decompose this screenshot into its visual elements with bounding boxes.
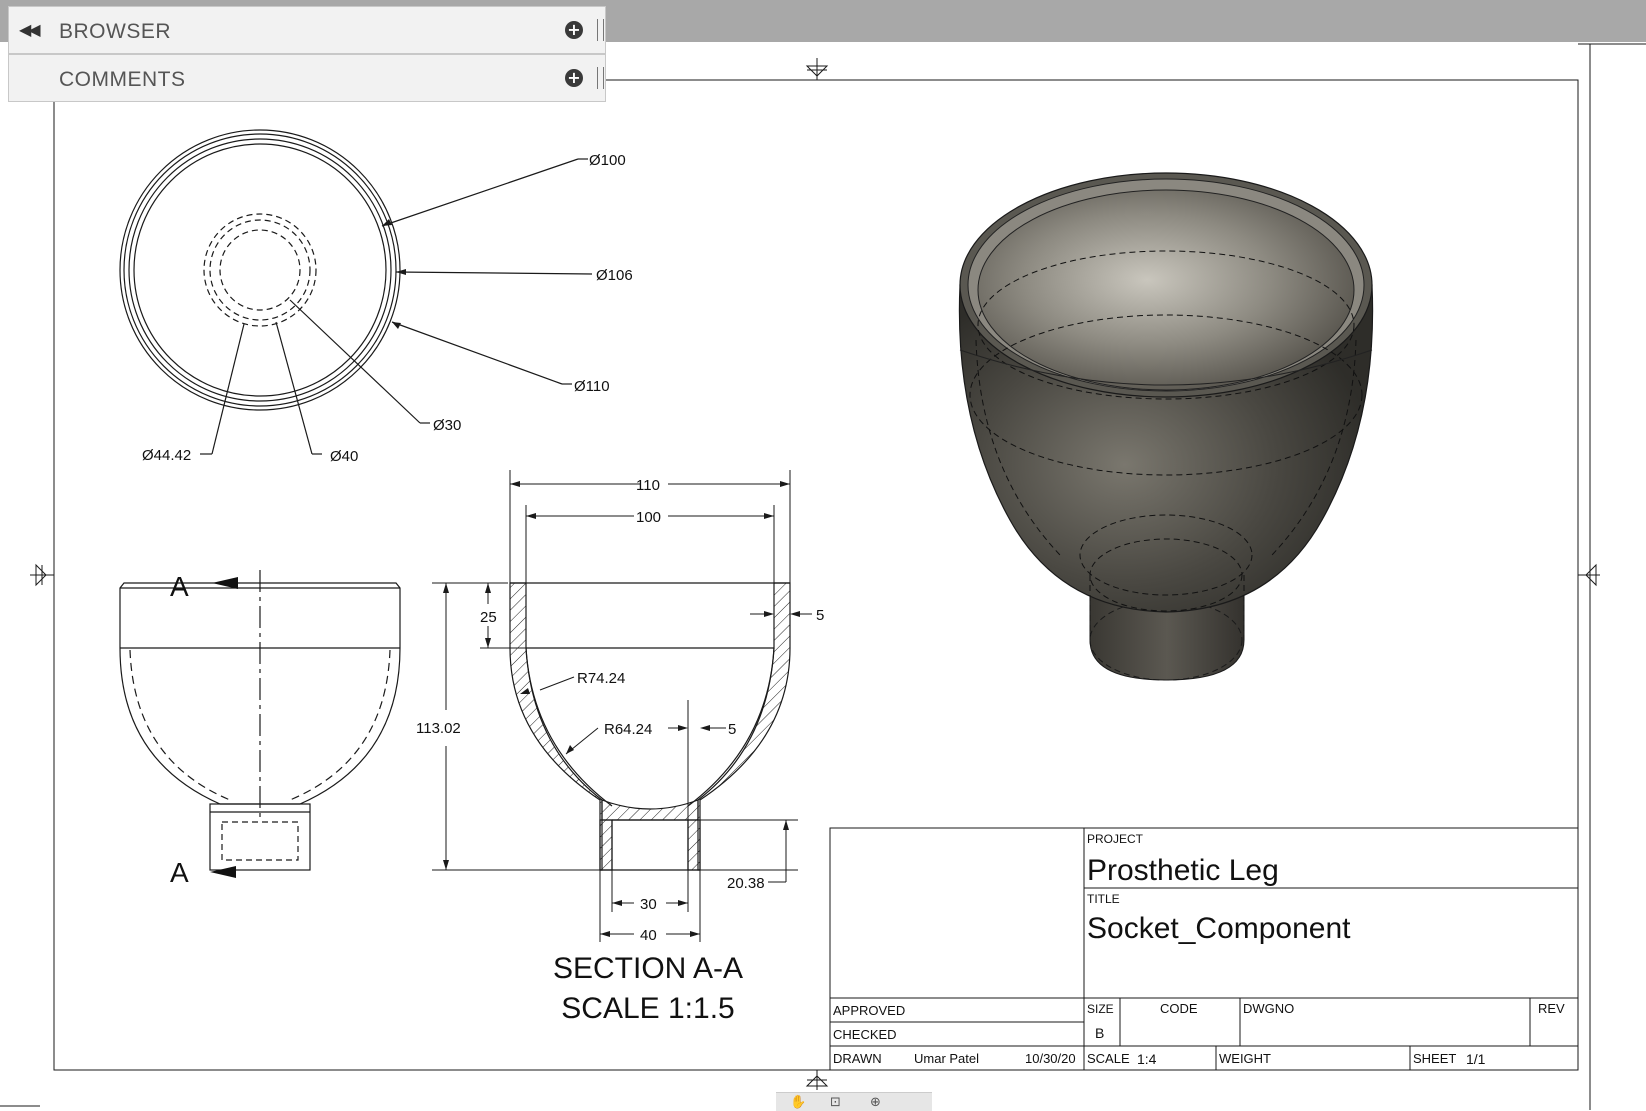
side-view (119, 570, 401, 871)
section-mark-bottom: A (170, 857, 189, 888)
weight-label: WEIGHT (1219, 1051, 1271, 1066)
title-value: Socket_Component (1087, 912, 1351, 945)
scale-value: 1:4 (1137, 1051, 1157, 1067)
dwgno-label: DWGNO (1243, 1001, 1294, 1016)
centering-marks (30, 58, 1600, 1090)
sheet-value: 1/1 (1466, 1051, 1486, 1067)
sheet-label: SHEET (1413, 1051, 1456, 1066)
code-label: CODE (1160, 1001, 1198, 1016)
rev-label: REV (1538, 1001, 1565, 1016)
dim-30: 30 (640, 896, 657, 913)
dim-d106: Ø106 (596, 267, 633, 284)
project-value: Prosthetic Leg (1087, 854, 1279, 887)
drawn-date: 10/30/20 (1025, 1051, 1076, 1066)
scale-label: SCALE (1087, 1051, 1130, 1066)
project-label: PROJECT (1087, 832, 1144, 846)
pan-icon[interactable]: ✋ (790, 1095, 806, 1110)
dim-20: 20.38 (727, 875, 765, 892)
browser-add-icon[interactable]: + (565, 21, 583, 39)
dim-100: 100 (636, 509, 661, 526)
dim-40: 40 (640, 927, 657, 944)
browser-label: BROWSER (59, 20, 172, 43)
title-label: TITLE (1087, 892, 1120, 906)
section-arrowheads (443, 481, 800, 937)
dim-d44: Ø44.42 (142, 447, 191, 464)
size-label: SIZE (1087, 1002, 1114, 1016)
dim-d40: Ø40 (330, 448, 358, 465)
browser-grip-icon[interactable] (597, 19, 604, 41)
comments-panel[interactable]: COMMENTS + (8, 54, 606, 102)
comments-grip-icon[interactable] (597, 67, 604, 89)
drawing-sheet: Ø100 Ø106 Ø110 Ø30 Ø40 Ø44.42 A A 110 10… (0, 43, 1646, 1110)
comments-label: COMMENTS (59, 68, 186, 91)
checked-label: CHECKED (833, 1027, 897, 1042)
dim-wall-5: 5 (816, 607, 824, 624)
dim-d110: Ø110 (574, 378, 610, 395)
section-dimension-lines (432, 470, 812, 942)
dim-r64: R64.24 (604, 721, 652, 738)
dim-wall-5b: 5 (728, 721, 736, 738)
collapse-panel-icon[interactable]: ◀◀ (19, 20, 41, 39)
top-view (119, 129, 593, 455)
isometric-model (958, 172, 1374, 681)
zoom-window-icon[interactable]: ⊡ (830, 1095, 841, 1110)
section-caption-line1: SECTION A-A (553, 952, 743, 985)
dim-110: 110 (636, 477, 660, 494)
browser-panel[interactable]: ◀◀ BROWSER + (8, 6, 606, 54)
dim-r74: R74.24 (577, 670, 625, 687)
title-block-text: PROJECT Prosthetic Leg TITLE Socket_Comp… (833, 832, 1565, 1067)
size-value: B (1095, 1025, 1104, 1041)
comments-add-icon[interactable]: + (565, 69, 583, 87)
dim-d100: Ø100 (589, 152, 626, 169)
zoom-icon[interactable]: ⊕ (870, 1095, 881, 1110)
dim-d30: Ø30 (433, 417, 461, 434)
top-view-dims: Ø100 Ø106 Ø110 Ø30 Ø40 Ø44.42 (142, 152, 633, 465)
navigation-toolbar: ✋ ⊡ ⊕ (776, 1092, 932, 1111)
dim-113: 113.02 (416, 720, 461, 737)
section-dims: 110 100 25 5 113.02 R74.24 R64.24 5 20.3… (416, 477, 824, 1025)
drawn-by: Umar Patel (914, 1051, 979, 1066)
approved-label: APPROVED (833, 1003, 905, 1018)
sheet-border (0, 43, 1646, 1110)
drawn-label: DRAWN (833, 1051, 882, 1066)
dim-25: 25 (480, 609, 497, 626)
section-markers: A A (170, 571, 238, 888)
section-mark-top: A (170, 571, 189, 602)
section-caption-line2: SCALE 1:1.5 (561, 992, 734, 1025)
